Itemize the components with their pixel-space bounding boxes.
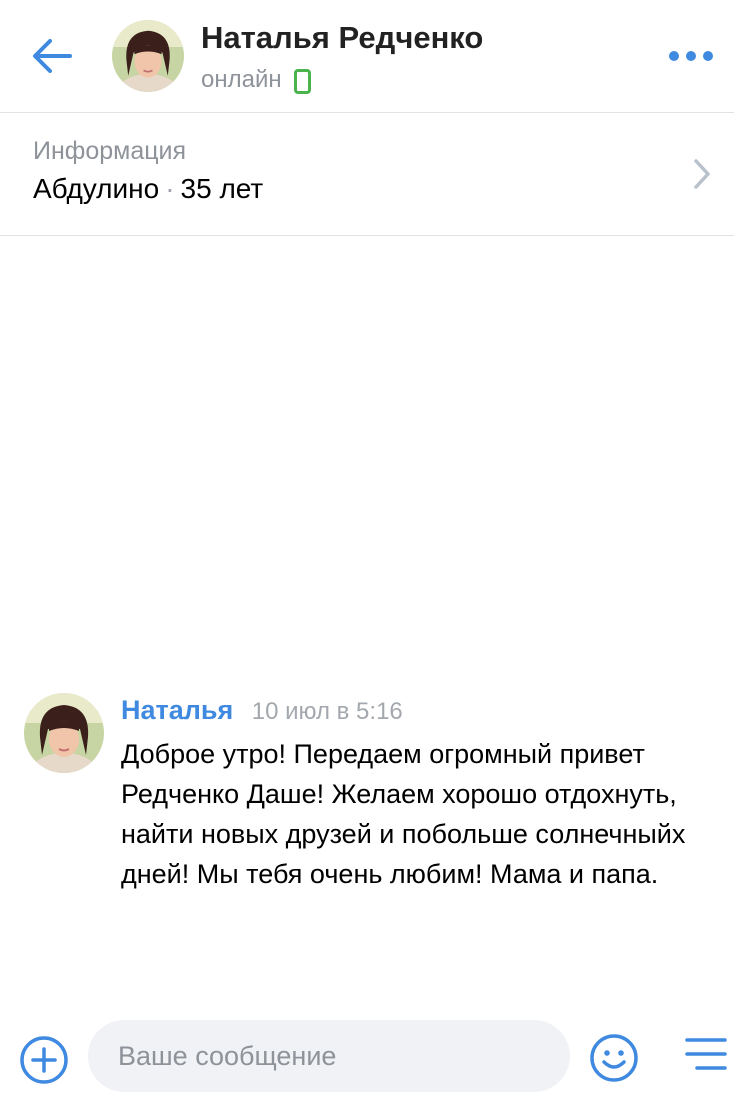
info-age: 35 лет xyxy=(180,173,264,204)
message-avatar[interactable] xyxy=(24,693,104,773)
message-header: Наталья 10 июл в 5:16 xyxy=(121,695,403,726)
avatar-photo xyxy=(112,20,184,92)
avatar-photo xyxy=(24,693,104,773)
info-label: Информация xyxy=(33,137,187,165)
mobile-online-icon xyxy=(293,68,311,94)
message-author[interactable]: Наталья xyxy=(121,695,233,725)
plus-circle-icon xyxy=(20,1036,68,1084)
contact-avatar[interactable] xyxy=(112,20,184,92)
smile-icon xyxy=(590,1034,638,1082)
chevron-right-icon xyxy=(694,159,710,189)
back-button[interactable] xyxy=(28,34,76,78)
message-time: 10 июл в 5:16 xyxy=(251,698,403,725)
more-button[interactable] xyxy=(666,42,716,70)
keyboard-menu-button[interactable] xyxy=(683,1034,729,1078)
chat-header: Наталья Редченко онлайн xyxy=(0,0,734,113)
message-input[interactable] xyxy=(88,1020,570,1092)
more-dots-icon xyxy=(669,51,713,61)
info-value: Абдулино · 35 лет xyxy=(33,173,263,205)
info-city: Абдулино xyxy=(33,173,160,204)
online-status: онлайн xyxy=(201,66,282,93)
menu-lines-icon xyxy=(685,1038,727,1070)
info-separator: · xyxy=(165,173,175,204)
emoji-button[interactable] xyxy=(588,1032,640,1084)
attach-button[interactable] xyxy=(18,1034,70,1086)
message-text: Доброе утро! Передаем огромный привет Ре… xyxy=(121,739,686,889)
status-row: онлайн xyxy=(201,64,311,96)
message-composer xyxy=(0,1010,734,1100)
back-arrow-icon xyxy=(33,39,72,73)
info-panel[interactable]: Информация Абдулино · 35 лет xyxy=(0,113,734,236)
contact-name[interactable]: Наталья Редченко xyxy=(201,20,483,56)
